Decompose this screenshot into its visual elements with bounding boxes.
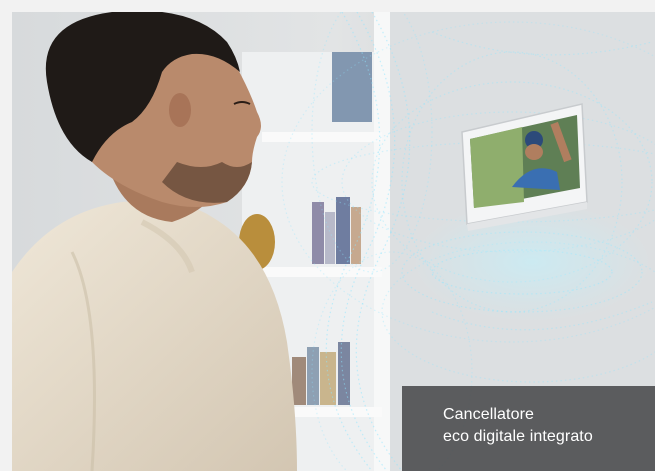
feature-caption-box: Cancellatore eco digitale integrato [402,386,655,471]
hero-image-frame: Cancellatore eco digitale integrato [12,12,655,471]
caption-line-2: eco digitale integrato [443,428,593,445]
caption-line-1: Cancellatore [443,406,535,423]
